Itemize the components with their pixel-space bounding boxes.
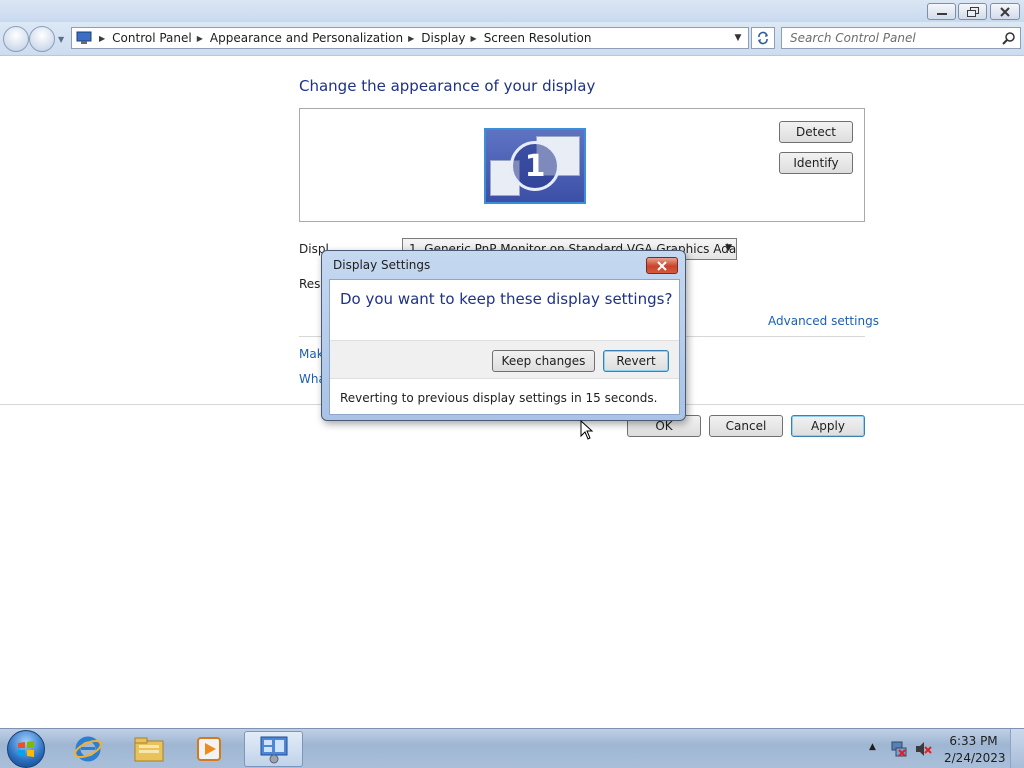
apply-button[interactable]: Apply — [791, 415, 865, 437]
refresh-icon — [758, 31, 768, 45]
taskbar: ▲ 6:33 PM 2/24/2023 — [0, 728, 1024, 768]
back-button[interactable] — [3, 26, 29, 52]
restore-icon — [966, 6, 979, 17]
taskbar-control-panel[interactable] — [244, 731, 303, 767]
minimize-button[interactable] — [927, 3, 956, 20]
advanced-settings-link[interactable]: Advanced settings — [768, 314, 879, 328]
network-icon[interactable] — [890, 740, 908, 758]
show-hidden-icons-chevron-up-icon[interactable]: ▲ — [869, 742, 876, 752]
close-button[interactable] — [990, 3, 1020, 20]
search-input[interactable] — [782, 28, 992, 48]
control-panel-icon — [260, 736, 287, 764]
monitor-1-tile[interactable]: 1 — [484, 128, 586, 204]
clock-date[interactable]: 2/24/2023 — [944, 751, 1006, 765]
breadcrumb-control-panel[interactable]: Control Panel — [112, 31, 192, 45]
show-desktop-button[interactable] — [1010, 729, 1024, 768]
navigation-bar: ▼ ▶ Control Panel ▶ Appearance and Perso… — [0, 22, 1024, 56]
taskbar-media-player[interactable] — [180, 731, 238, 767]
search-icon[interactable] — [1002, 31, 1016, 45]
mouse-cursor-icon — [580, 420, 594, 440]
keep-changes-button[interactable]: Keep changes — [492, 350, 595, 372]
breadcrumb-separator-icon[interactable]: ▶ — [471, 34, 477, 43]
revert-button[interactable]: Revert — [603, 350, 669, 372]
address-bar[interactable]: ▶ Control Panel ▶ Appearance and Persona… — [71, 27, 749, 49]
breadcrumb-separator-icon[interactable]: ▶ — [99, 34, 105, 43]
monitor-number-badge: 1 — [510, 141, 560, 191]
media-player-icon — [197, 737, 221, 761]
page-title: Change the appearance of your display — [299, 77, 596, 95]
dialog-title: Display Settings — [333, 258, 431, 272]
breadcrumb-display[interactable]: Display — [421, 31, 465, 45]
recent-pages-chevron-down-icon[interactable]: ▼ — [58, 35, 64, 44]
windows-logo-icon — [18, 741, 34, 757]
windows-explorer-icon — [134, 737, 164, 762]
display-settings-dialog: Display Settings Do you want to keep the… — [321, 250, 686, 421]
minimize-icon — [936, 12, 947, 15]
dialog-close-button[interactable] — [646, 257, 678, 274]
close-icon — [657, 260, 667, 271]
cancel-button[interactable]: Cancel — [709, 415, 783, 437]
start-button[interactable] — [7, 730, 45, 768]
taskbar-internet-explorer[interactable] — [59, 731, 117, 767]
dialog-question: Do you want to keep these display settin… — [340, 290, 673, 308]
taskbar-windows-explorer[interactable] — [120, 731, 178, 767]
text-size-link[interactable]: Mak — [299, 347, 324, 361]
breadcrumb-separator-icon[interactable]: ▶ — [408, 34, 414, 43]
close-icon — [1000, 6, 1010, 17]
forward-button[interactable] — [29, 26, 55, 52]
detect-button[interactable]: Detect — [779, 121, 853, 143]
volume-muted-icon[interactable] — [914, 740, 932, 758]
control-panel-icon — [74, 29, 94, 47]
dialog-body: Do you want to keep these display settin… — [329, 279, 680, 415]
breadcrumb-separator-icon[interactable]: ▶ — [197, 34, 203, 43]
search-box[interactable] — [781, 27, 1021, 49]
window-titlebar — [0, 0, 1024, 22]
clock-time[interactable]: 6:33 PM — [946, 734, 1001, 748]
restore-button[interactable] — [958, 3, 987, 20]
breadcrumb-appearance[interactable]: Appearance and Personalization — [210, 31, 403, 45]
identify-button[interactable]: Identify — [779, 152, 853, 174]
chevron-down-icon: ▼ — [725, 243, 732, 253]
monitor-arrangement-panel: 1 Detect Identify — [299, 108, 865, 222]
internet-explorer-icon — [74, 736, 102, 762]
refresh-button[interactable] — [751, 27, 775, 49]
address-chevron-down-icon[interactable]: ▼ — [728, 28, 748, 48]
revert-countdown-text: Reverting to previous display settings i… — [340, 391, 658, 405]
dialog-button-area: Keep changes Revert — [330, 340, 679, 379]
breadcrumb-screen-resolution[interactable]: Screen Resolution — [484, 31, 592, 45]
